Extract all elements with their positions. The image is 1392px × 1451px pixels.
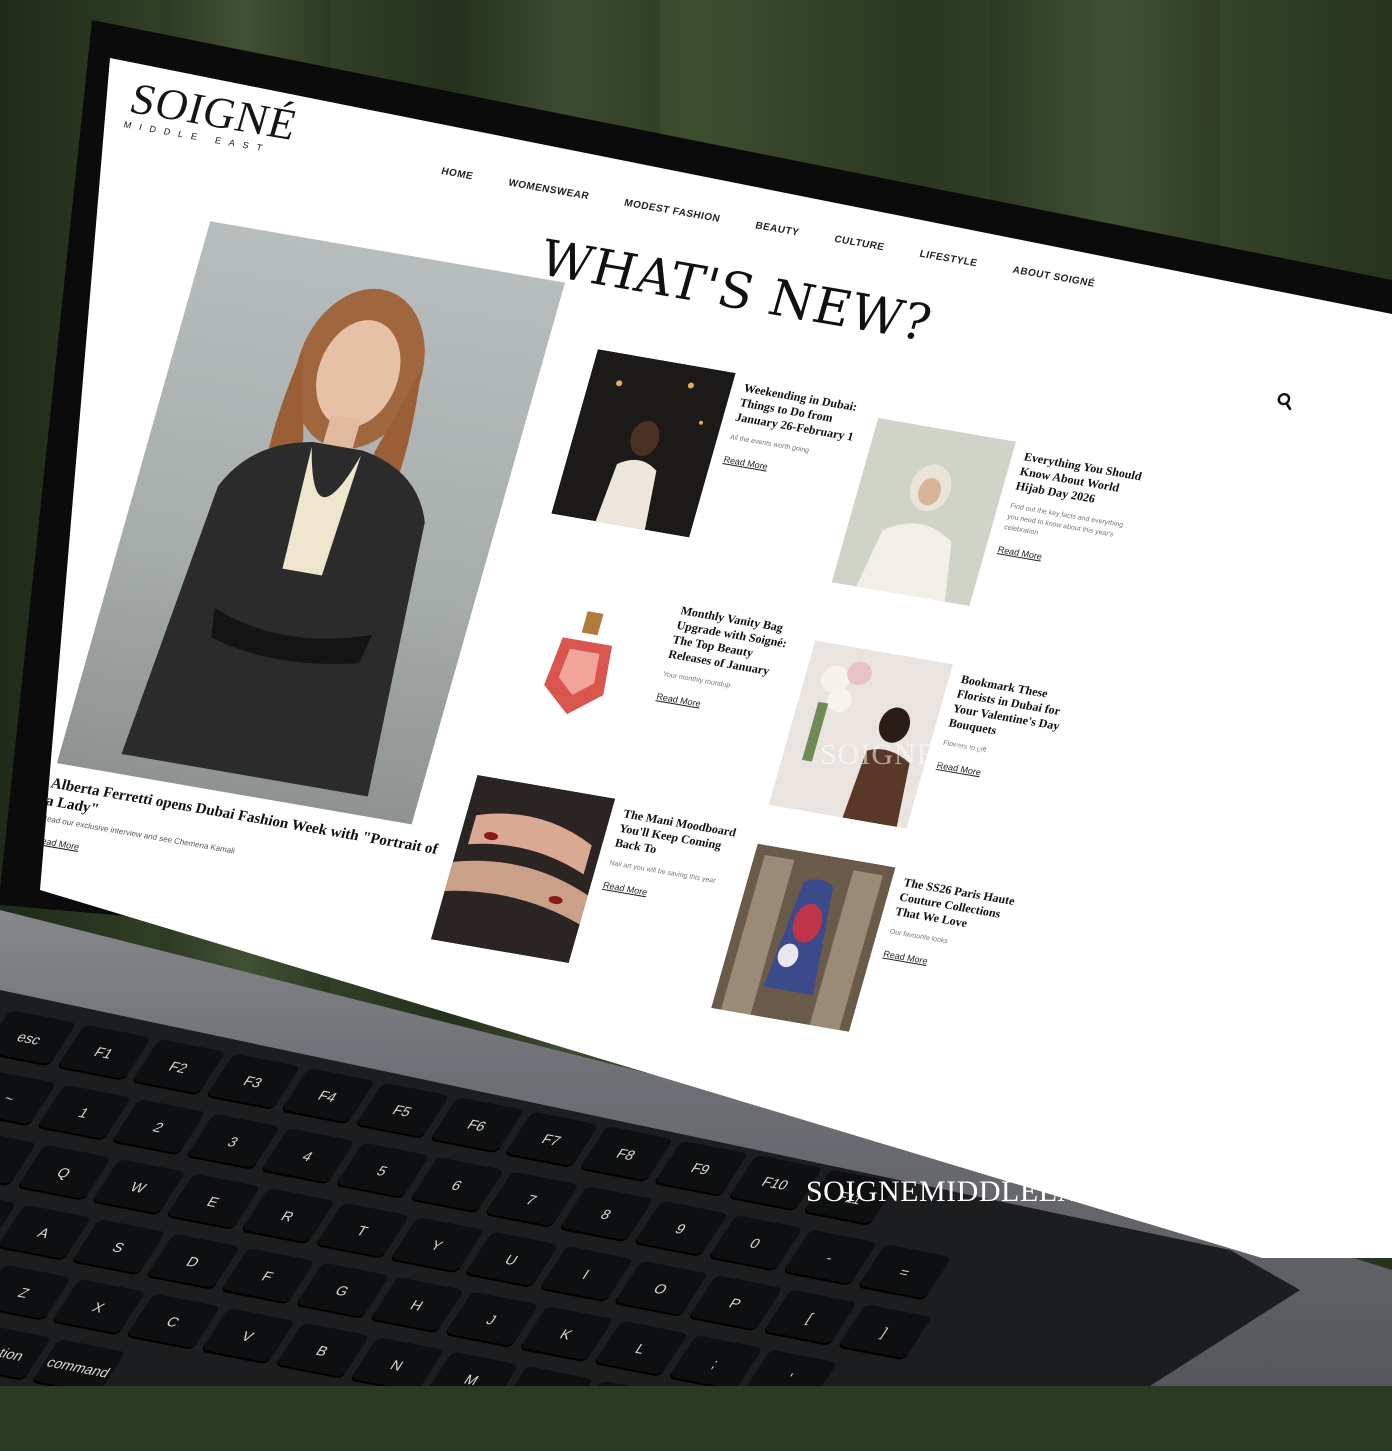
nav-item-beauty[interactable]: BEAUTY xyxy=(754,220,800,238)
nav-item-home[interactable]: HOME xyxy=(440,166,475,182)
article-image[interactable] xyxy=(551,349,736,538)
article-text: Bookmark These Florists in Dubai for You… xyxy=(936,672,1082,790)
keyboard-key[interactable]: , xyxy=(498,1366,594,1386)
keyboard-key[interactable]: command xyxy=(31,1339,126,1386)
article-image[interactable] xyxy=(488,571,673,760)
nav-item-lifestyle[interactable]: LIFESTYLE xyxy=(918,249,979,270)
article-card: Everything You Should Know About World H… xyxy=(831,417,1164,607)
article-text: Everything You Should Know About World H… xyxy=(997,450,1145,575)
nav-item-about[interactable]: ABOUT SOIGNÉ xyxy=(1011,265,1096,290)
keyboard-key[interactable]: M xyxy=(424,1351,519,1386)
article-image[interactable] xyxy=(768,640,954,829)
article-card: Monthly Vanity Bag Upgrade with Soigné: … xyxy=(488,571,821,760)
article-card: Weekending in Dubai: Things to Do from J… xyxy=(551,349,884,538)
keyboard-key[interactable]: . xyxy=(573,1380,669,1386)
search-icon[interactable] xyxy=(1274,391,1297,411)
nav-item-womenswear[interactable]: WOMENSWEAR xyxy=(507,178,590,203)
hero-read-more-link[interactable]: Read More xyxy=(40,835,81,852)
article-text: The Mani Moodboard You'll Keep Coming Ba… xyxy=(602,807,744,911)
on-screen-watermark: SOIGNEMIDDLEEAST.COM xyxy=(820,738,1216,771)
article-text: Weekending in Dubai: Things to Do from J… xyxy=(722,381,864,485)
nav-item-modest-fashion[interactable]: MODEST FASHION xyxy=(623,198,722,225)
article-card: The SS26 Paris Haute Couture Collections… xyxy=(711,843,1044,1032)
keyboard-key[interactable]: / xyxy=(648,1395,743,1451)
article-title[interactable]: Monthly Vanity Bag Upgrade with Soigné: … xyxy=(667,603,802,681)
article-image[interactable] xyxy=(831,417,1017,607)
article-image[interactable] xyxy=(711,843,896,1032)
keyboard-key[interactable]: = xyxy=(857,1244,952,1301)
article-card: Bookmark These Florists in Dubai for You… xyxy=(768,640,1101,829)
article-text: Monthly Vanity Bag Upgrade with Soigné: … xyxy=(655,603,801,721)
nav-item-culture[interactable]: CULTURE xyxy=(833,234,886,253)
article-card: The Mani Moodboard You'll Keep Coming Ba… xyxy=(430,774,763,964)
article-text: The SS26 Paris Haute Couture Collections… xyxy=(882,875,1024,979)
site-url-watermark: SOIGNEMIDDLEEAST.COM xyxy=(806,1175,1192,1208)
keyboard-key[interactable]: ] xyxy=(837,1304,932,1361)
keyboard-key[interactable]: ' xyxy=(742,1349,838,1386)
article-image[interactable] xyxy=(430,774,616,964)
